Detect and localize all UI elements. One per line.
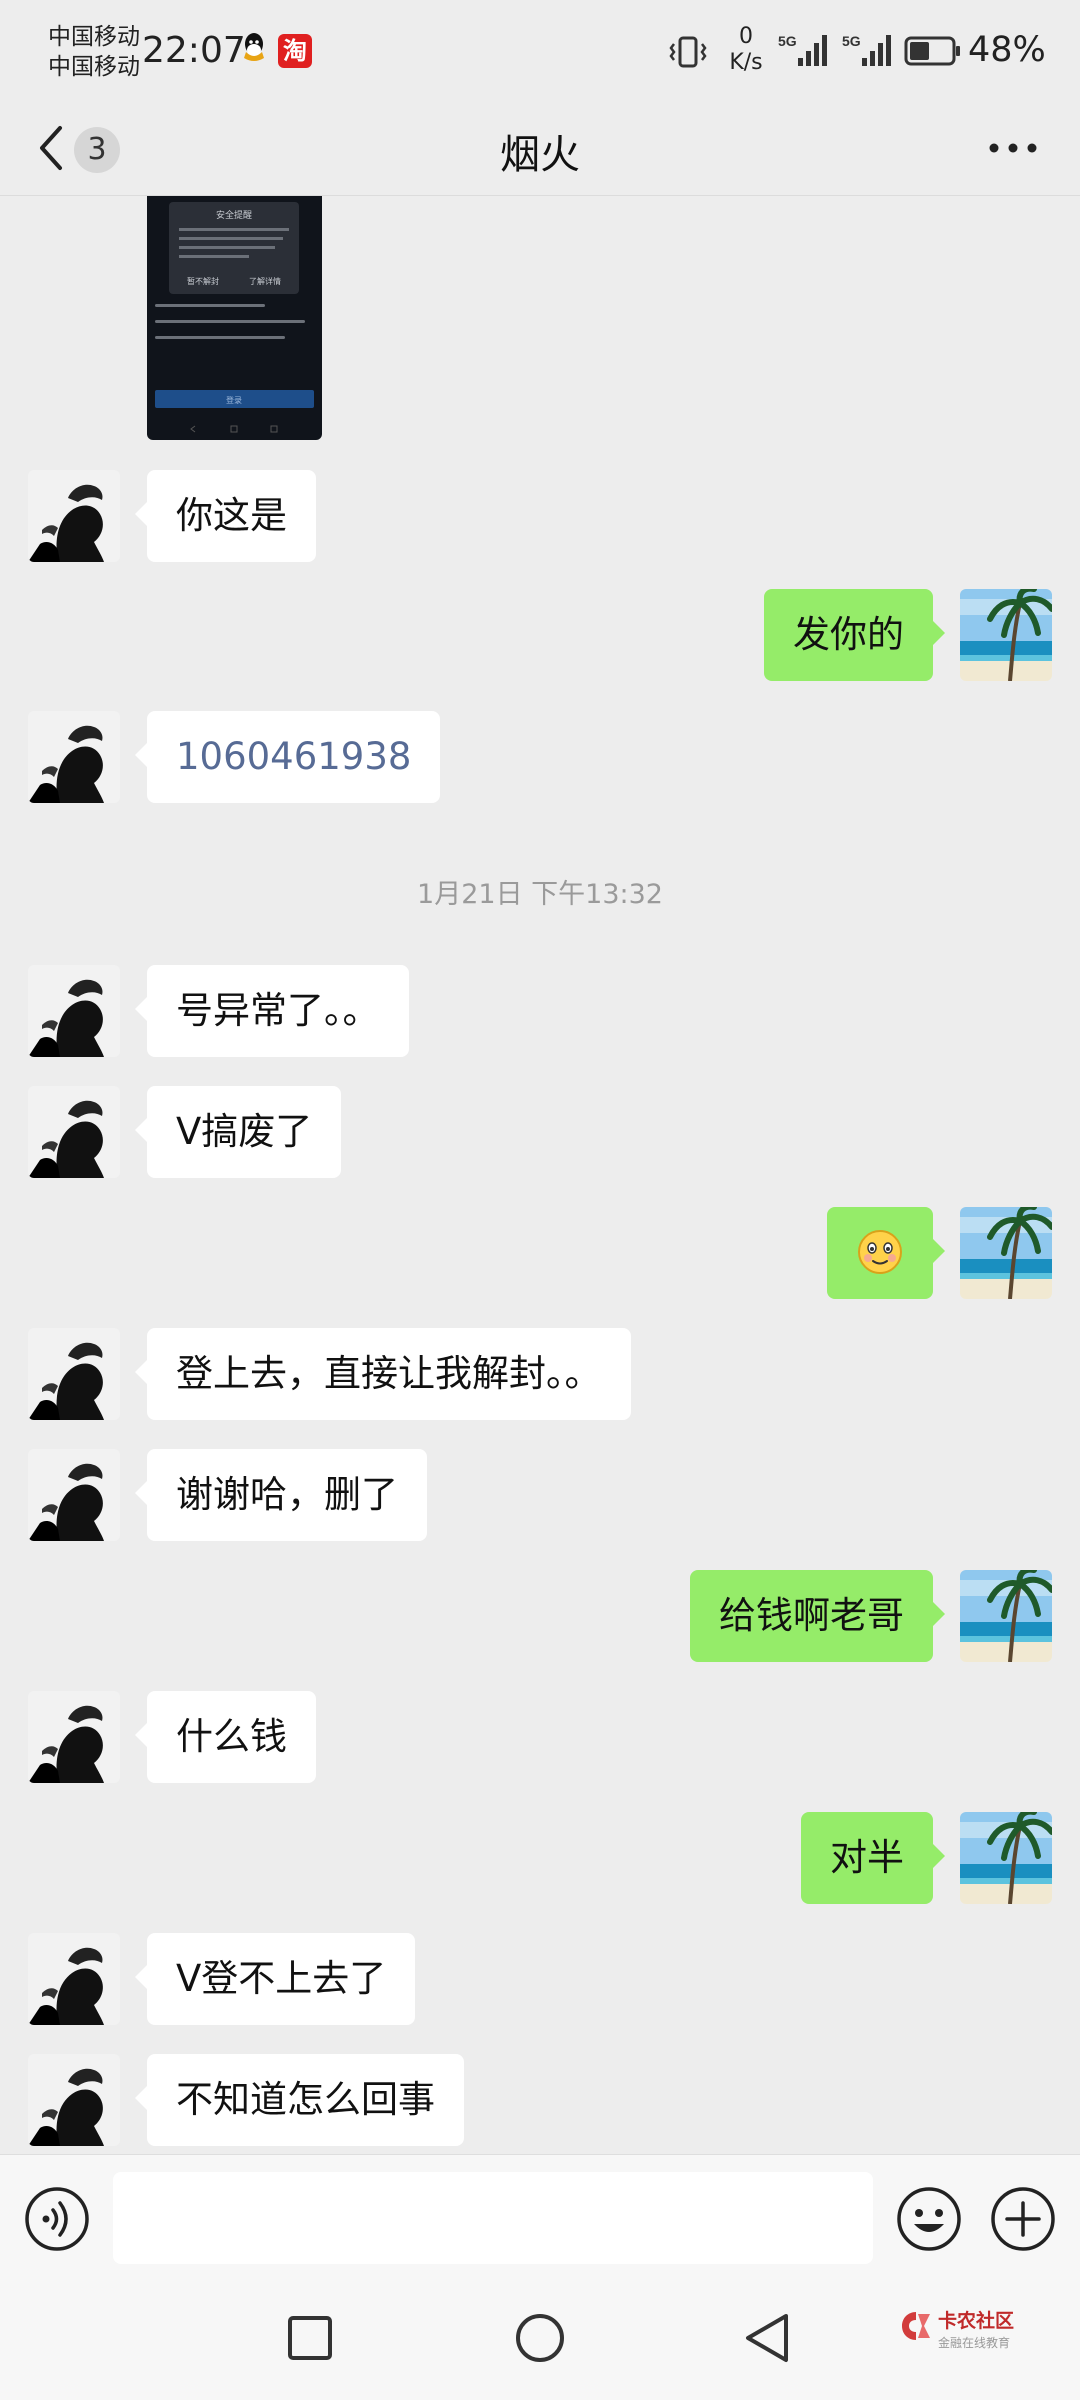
more-dots-icon[interactable]: [986, 128, 1040, 168]
contact-avatar[interactable]: [28, 1086, 120, 1178]
received-message-bubble[interactable]: 登上去，直接让我解封。。: [135, 1328, 631, 1420]
battery-icon: [904, 36, 960, 66]
watermark-name: 卡农社区: [938, 2310, 1015, 2332]
received-message-bubble[interactable]: 你这是: [135, 470, 316, 562]
chat-header: 3 烟火: [0, 100, 1080, 196]
home-icon[interactable]: [514, 2312, 566, 2364]
received-message-bubble[interactable]: 号异常了。。: [135, 965, 409, 1057]
carrier-label-2: 中国移动: [48, 54, 140, 80]
received-message-bubble[interactable]: V搞废了: [134, 1086, 342, 1178]
message-text: 你这是: [176, 494, 287, 537]
message-input[interactable]: [113, 2172, 873, 2264]
screenshot-button-label: 登录: [226, 395, 242, 405]
contact-avatar[interactable]: [28, 2054, 120, 2146]
message-text: 号异常了。。: [176, 989, 380, 1032]
smiling-blush-emoji-icon: [856, 1229, 904, 1274]
received-message-bubble[interactable]: 什么钱: [135, 1691, 316, 1783]
sent-message-bubble[interactable]: 发你的: [764, 589, 945, 681]
watermark-subtitle: 金融在线教育: [938, 2336, 1011, 2350]
status-bar: 中国移动 中国移动 22:07 淘 0 K/s 5G 5G 48%: [0, 0, 1080, 100]
signal-icon-sim2: 5G: [842, 33, 891, 66]
screenshot-nav: [190, 425, 278, 433]
screenshot-image-message[interactable]: 安全提醒 暂不解封 了解详情 登录: [147, 196, 322, 440]
message-text[interactable]: 1060461938: [176, 735, 411, 778]
signal-icon-sim1: 5G: [778, 33, 827, 66]
screenshot-dialog-art: 安全提醒 暂不解封 了解详情: [179, 209, 289, 286]
received-message-bubble[interactable]: 谢谢哈，删了: [135, 1449, 427, 1541]
received-message-bubble[interactable]: 不知道怎么回事: [135, 2054, 464, 2146]
input-bar: [0, 2154, 1080, 2284]
message-text: 登上去，直接让我解封。。: [176, 1352, 602, 1395]
my-avatar[interactable]: [960, 1812, 1052, 1904]
contact-avatar[interactable]: [28, 470, 120, 562]
sent-message-bubble[interactable]: 给钱啊老哥: [690, 1570, 945, 1662]
contact-avatar[interactable]: [28, 1933, 120, 2025]
vibrate-icon: [669, 36, 707, 68]
received-message-bubble[interactable]: V登不上去了: [134, 1933, 416, 2025]
message-text: 发你的: [793, 613, 904, 656]
screenshot-dialog-title: 安全提醒: [216, 209, 252, 221]
message-text: 给钱啊老哥: [719, 1594, 904, 1637]
my-avatar[interactable]: [960, 1207, 1052, 1299]
message-text: 不知道怎么回事: [176, 2078, 435, 2121]
net-speed-unit: K/s: [729, 50, 763, 75]
voice-icon[interactable]: [24, 2186, 90, 2252]
my-avatar[interactable]: [960, 589, 1052, 681]
net-speed: 0 K/s: [726, 24, 766, 76]
message-text: V搞废了: [176, 1110, 313, 1153]
contact-avatar[interactable]: [28, 1449, 120, 1541]
carrier-label-1: 中国移动: [48, 24, 140, 50]
chat-title: 烟火: [500, 132, 580, 178]
message-text: V登不上去了: [176, 1957, 387, 2000]
carrier-labels: 中国移动 中国移动: [48, 22, 140, 82]
contact-avatar[interactable]: [28, 965, 120, 1057]
emoji-icon[interactable]: [896, 2186, 962, 2252]
system-nav-bar: 卡农社区 金融在线教育: [0, 2284, 1080, 2400]
sent-message-bubble[interactable]: 对半: [801, 1812, 945, 1904]
status-time: 22:07: [142, 30, 246, 71]
sim2-label: 5G: [842, 33, 861, 49]
recents-icon[interactable]: [286, 2314, 334, 2362]
taobao-icon: 淘: [278, 34, 312, 68]
sent-message-bubble[interactable]: [827, 1207, 945, 1299]
received-message-bubble[interactable]: 1060461938: [134, 711, 441, 803]
message-text: 什么钱: [176, 1715, 287, 1758]
plus-icon[interactable]: [990, 2186, 1056, 2252]
watermark: 卡农社区 金融在线教育: [898, 2304, 1058, 2360]
screenshot-button: 登录: [155, 390, 314, 408]
back-triangle-icon[interactable]: [742, 2312, 794, 2364]
battery-fill: [910, 42, 929, 60]
screenshot-dialog: 安全提醒 暂不解封 了解详情: [169, 202, 299, 294]
contact-avatar[interactable]: [28, 711, 120, 803]
message-timestamp: 1月21日 下午13:32: [417, 879, 663, 910]
net-speed-value: 0: [739, 24, 753, 49]
message-text: 谢谢哈，删了: [176, 1473, 398, 1516]
qq-icon: [244, 33, 264, 61]
battery-percent: 48%: [968, 30, 1046, 70]
contact-avatar[interactable]: [28, 1691, 120, 1783]
screenshot-left-action: 暂不解封: [187, 276, 219, 286]
my-avatar[interactable]: [960, 1570, 1052, 1662]
screenshot-right-action: 了解详情: [249, 276, 281, 286]
contact-avatar[interactable]: [28, 1328, 120, 1420]
kanong-logo-icon: [902, 2312, 930, 2340]
sim1-label: 5G: [778, 33, 797, 49]
message-list[interactable]: 安全提醒 暂不解封 了解详情 登录 你这是发你的 1060461938 号异常了。。…: [0, 196, 1080, 2154]
message-text: 对半: [830, 1836, 904, 1879]
